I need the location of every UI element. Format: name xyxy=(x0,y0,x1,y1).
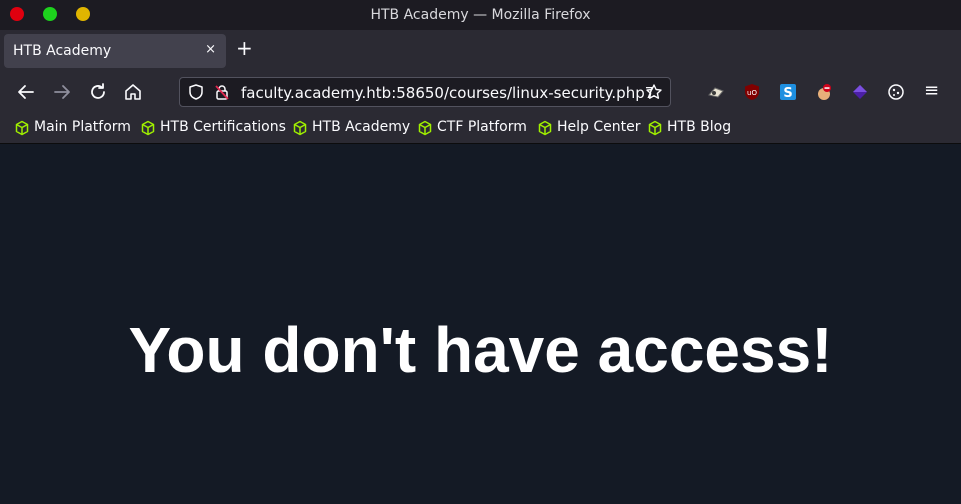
bookmarks-toolbar: Main Platform HTB Certifications HTB Aca… xyxy=(0,112,961,144)
shield-icon[interactable] xyxy=(187,83,205,105)
title-bar: HTB Academy — Mozilla Firefox xyxy=(0,0,961,30)
tab-close-icon[interactable]: × xyxy=(205,42,216,57)
bookmark-label: HTB Academy xyxy=(312,119,411,135)
cube-icon xyxy=(293,120,307,136)
bookmark-htb-academy[interactable]: HTB Academy xyxy=(292,119,411,137)
bookmark-help-center[interactable]: Help Center xyxy=(537,119,641,137)
extension-5-icon[interactable] xyxy=(851,83,869,101)
bookmark-htb-certifications[interactable]: HTB Certifications xyxy=(140,119,286,137)
cube-icon xyxy=(538,120,552,136)
tab-bar: HTB Academy × + xyxy=(0,30,961,72)
bookmark-label: Main Platform xyxy=(34,119,131,135)
svg-text:S: S xyxy=(783,86,792,101)
extension-s-icon[interactable]: S xyxy=(779,83,797,101)
cube-icon xyxy=(648,120,662,136)
forward-arrow-icon xyxy=(54,85,70,99)
back-button[interactable] xyxy=(14,80,38,104)
bookmark-ctf-platform[interactable]: CTF Platform xyxy=(417,119,527,137)
bookmark-label: CTF Platform xyxy=(437,119,527,135)
bookmark-label: Help Center xyxy=(557,119,641,135)
reload-button[interactable] xyxy=(86,80,110,104)
ublock-origin-icon[interactable]: uO xyxy=(743,83,761,101)
home-icon xyxy=(125,84,141,100)
bookmark-htb-blog[interactable]: HTB Blog xyxy=(647,119,735,137)
forward-button[interactable] xyxy=(50,80,74,104)
menu-icon[interactable]: ≡ xyxy=(924,81,939,101)
extension-4-icon[interactable] xyxy=(815,83,833,101)
extension-1-icon[interactable] xyxy=(707,83,725,101)
bookmark-main-platform[interactable]: Main Platform xyxy=(14,119,132,137)
tab-htb-academy[interactable]: HTB Academy × xyxy=(4,34,226,68)
cube-icon xyxy=(418,120,432,136)
window-title: HTB Academy — Mozilla Firefox xyxy=(370,7,591,23)
access-denied-message: You don't have access! xyxy=(128,314,833,386)
insecure-lock-icon[interactable] xyxy=(213,83,231,105)
bookmark-label: HTB Certifications xyxy=(160,119,286,135)
page-content: You don't have access! xyxy=(0,145,961,504)
cookie-extension-icon[interactable] xyxy=(887,83,905,101)
url-bar[interactable]: faculty.academy.htb:58650/courses/linux-… xyxy=(179,77,671,107)
svg-text:uO: uO xyxy=(747,89,757,97)
url-text[interactable]: faculty.academy.htb:58650/courses/linux-… xyxy=(241,84,654,102)
bookmark-label: HTB Blog xyxy=(667,119,732,135)
bookmark-star-icon[interactable] xyxy=(645,83,663,105)
navigation-toolbar: faculty.academy.htb:58650/courses/linux-… xyxy=(0,72,961,112)
cube-icon xyxy=(15,120,29,136)
new-tab-button[interactable]: + xyxy=(236,38,253,58)
back-arrow-icon xyxy=(18,85,34,99)
cube-icon xyxy=(141,120,155,136)
tab-label: HTB Academy xyxy=(13,43,112,59)
home-button[interactable] xyxy=(121,80,145,104)
reload-icon xyxy=(91,83,105,99)
